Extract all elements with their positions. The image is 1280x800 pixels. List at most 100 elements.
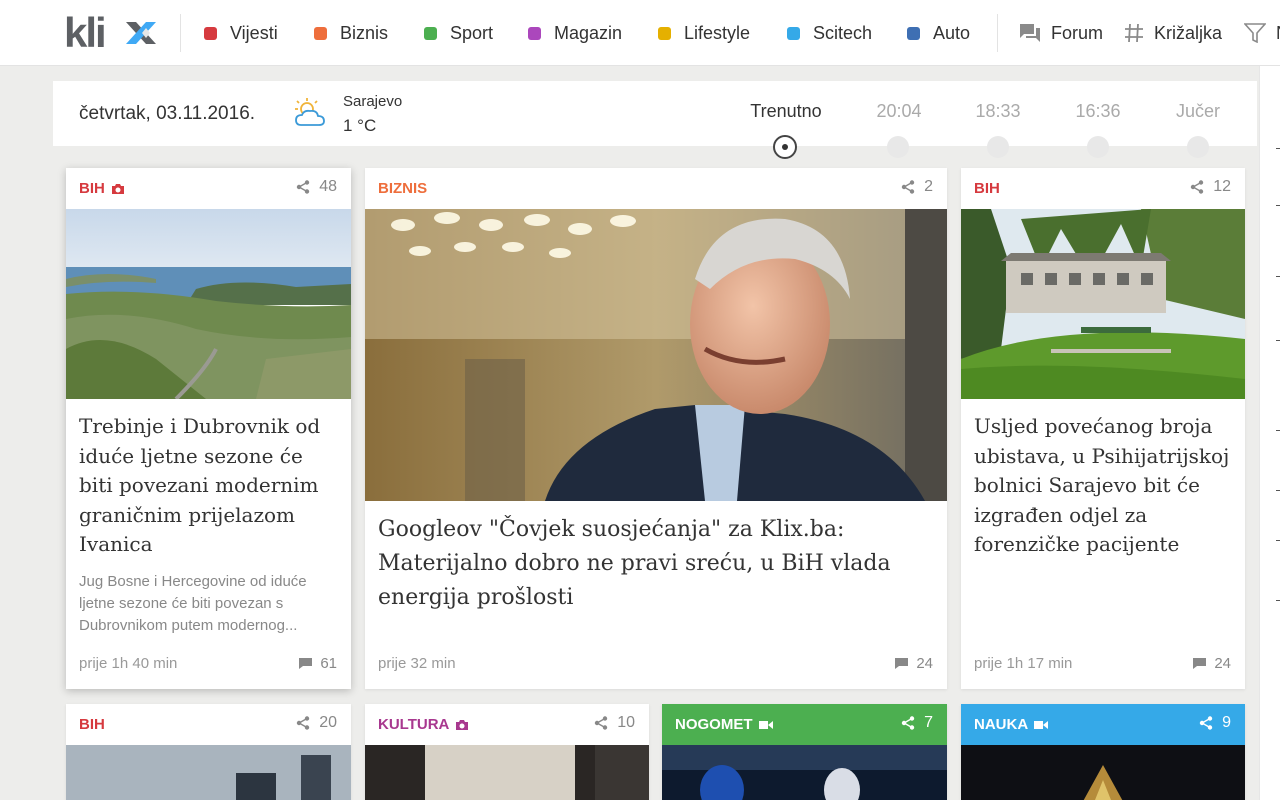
share-button[interactable]: 7 <box>901 714 933 732</box>
article-image[interactable] <box>66 745 351 800</box>
comment-count: 24 <box>916 654 933 672</box>
timeline-item-1833[interactable]: 18:33 <box>975 101 1020 122</box>
share-icon <box>901 180 915 194</box>
article-card[interactable]: NAUKA 9 <box>961 704 1245 800</box>
comment-icon <box>1193 657 1207 669</box>
share-button[interactable]: 12 <box>1190 178 1231 196</box>
card-footer: prije 1h 40 min 61 <box>79 653 337 673</box>
article-image[interactable] <box>66 209 351 399</box>
filter-icon <box>1244 23 1266 43</box>
comment-icon <box>299 657 313 669</box>
card-footer: prije 1h 17 min 24 <box>974 653 1231 673</box>
city-photo <box>66 745 351 800</box>
nav-item-lifestyle[interactable]: Lifestyle <box>658 0 750 66</box>
card-header: BIH 48 <box>66 168 351 209</box>
nav-item-biznis[interactable]: Biznis <box>314 0 388 66</box>
share-count: 12 <box>1213 178 1231 195</box>
article-card[interactable]: BIH 48 Trebinje i Dubrovnik od iduće lje… <box>66 168 351 689</box>
nav-item-filter[interactable]: N <box>1244 0 1280 66</box>
nav-item-scitech[interactable]: Scitech <box>787 0 872 66</box>
nav-label: Auto <box>933 22 971 43</box>
category-text: NOGOMET <box>675 716 753 733</box>
article-image[interactable] <box>365 745 649 800</box>
share-button[interactable]: 10 <box>594 714 635 732</box>
article-card[interactable]: BIH 20 <box>66 704 351 800</box>
nav-item-sport[interactable]: Sport <box>424 0 493 66</box>
card-header: KULTURA 10 <box>365 704 649 745</box>
card-header: BIH 12 <box>961 168 1245 209</box>
share-icon <box>297 180 310 194</box>
nav-item-auto[interactable]: Auto <box>907 0 970 66</box>
share-icon <box>901 716 915 730</box>
article-image[interactable] <box>961 745 1245 800</box>
nav-dot-biznis <box>314 26 327 40</box>
weather-temperature: 1 °C <box>343 116 377 135</box>
article-card[interactable]: BIZNIS 2 Googleov "Čovjek suosjećanja" z… <box>365 168 947 689</box>
comments-link[interactable]: 61 <box>298 655 337 672</box>
category-label[interactable]: NOGOMET <box>675 716 773 733</box>
current-date: četvrtak, 03.11.2016. <box>79 103 256 124</box>
nav-item-forum[interactable]: Forum <box>1019 0 1103 66</box>
timeline-knob[interactable] <box>1087 136 1109 158</box>
comments-link[interactable]: 24 <box>1192 655 1231 672</box>
article-title[interactable]: Trebinje i Dubrovnik od iduće ljetne sez… <box>79 412 341 560</box>
category-label[interactable]: KULTURA <box>378 716 469 733</box>
share-icon <box>1199 716 1213 730</box>
nav-dot-magazin <box>528 26 541 40</box>
share-icon <box>595 716 608 730</box>
timeline-knob[interactable] <box>887 136 909 158</box>
share-button[interactable]: 48 <box>296 178 337 196</box>
nav-label: Scitech <box>813 22 873 43</box>
weather-city: Sarajevo <box>343 93 403 110</box>
right-sidebar-edge <box>1259 66 1280 800</box>
timeline-knob[interactable] <box>987 136 1009 158</box>
nav-item-vijesti[interactable]: Vijesti <box>204 0 278 66</box>
partly-cloudy-icon <box>295 98 325 126</box>
article-image[interactable] <box>961 209 1245 399</box>
comments-link[interactable]: 24 <box>894 655 933 672</box>
chat-icon <box>1020 24 1040 42</box>
category-text: BIH <box>79 716 105 733</box>
share-button[interactable]: 9 <box>1199 714 1231 732</box>
share-icon <box>1191 180 1204 194</box>
article-card[interactable]: BIH 12 Usljed povećanog broja ubistava, … <box>961 168 1245 689</box>
article-title[interactable]: Usljed povećanog broja ubistava, u Psihi… <box>974 412 1236 560</box>
timeline-knob[interactable] <box>1187 136 1209 158</box>
nav-item-krizaljka[interactable]: Križaljka <box>1124 0 1222 66</box>
sidebar-mark <box>1276 340 1280 341</box>
share-button[interactable]: 20 <box>296 714 337 732</box>
category-label[interactable]: BIZNIS <box>378 180 427 197</box>
timeline-item-2004[interactable]: 20:04 <box>876 101 921 122</box>
category-label[interactable]: BIH <box>79 716 105 733</box>
timeline-item-jucer[interactable]: Jučer <box>1176 101 1220 122</box>
klix-logo[interactable]: kli <box>64 12 158 52</box>
sidebar-mark <box>1276 276 1280 277</box>
nav-dot-vijesti <box>204 26 217 40</box>
nav-label: Lifestyle <box>684 22 751 43</box>
share-button[interactable]: 2 <box>901 178 933 196</box>
category-label[interactable]: BIH <box>974 180 1000 197</box>
category-text: BIZNIS <box>378 180 428 197</box>
timeline-knob-active[interactable] <box>773 135 797 159</box>
card-header: NOGOMET 7 <box>662 704 947 745</box>
article-card[interactable]: NOGOMET 7 <box>662 704 947 800</box>
category-label[interactable]: NAUKA <box>974 716 1049 733</box>
timeline-item-now[interactable]: Trenutno <box>750 101 821 122</box>
share-icon <box>297 716 310 730</box>
building-photo <box>961 209 1245 399</box>
article-image[interactable] <box>365 209 947 501</box>
sidebar-mark <box>1276 205 1280 206</box>
landscape-photo <box>66 209 351 399</box>
category-label[interactable]: BIH <box>79 180 125 197</box>
nav-item-magazin[interactable]: Magazin <box>528 0 622 66</box>
article-card[interactable]: KULTURA 10 <box>365 704 649 800</box>
card-header: NAUKA 9 <box>961 704 1245 745</box>
science-photo <box>961 745 1245 800</box>
timeline-item-1636[interactable]: 16:36 <box>1075 101 1120 122</box>
nav-label: Magazin <box>554 22 623 43</box>
article-title[interactable]: Googleov "Čovjek suosjećanja" za Klix.ba… <box>378 513 928 615</box>
nav-dot-sport <box>424 26 437 40</box>
svg-text:kli: kli <box>64 12 105 52</box>
article-image[interactable] <box>662 745 947 800</box>
nav-label: Vijesti <box>230 22 278 43</box>
